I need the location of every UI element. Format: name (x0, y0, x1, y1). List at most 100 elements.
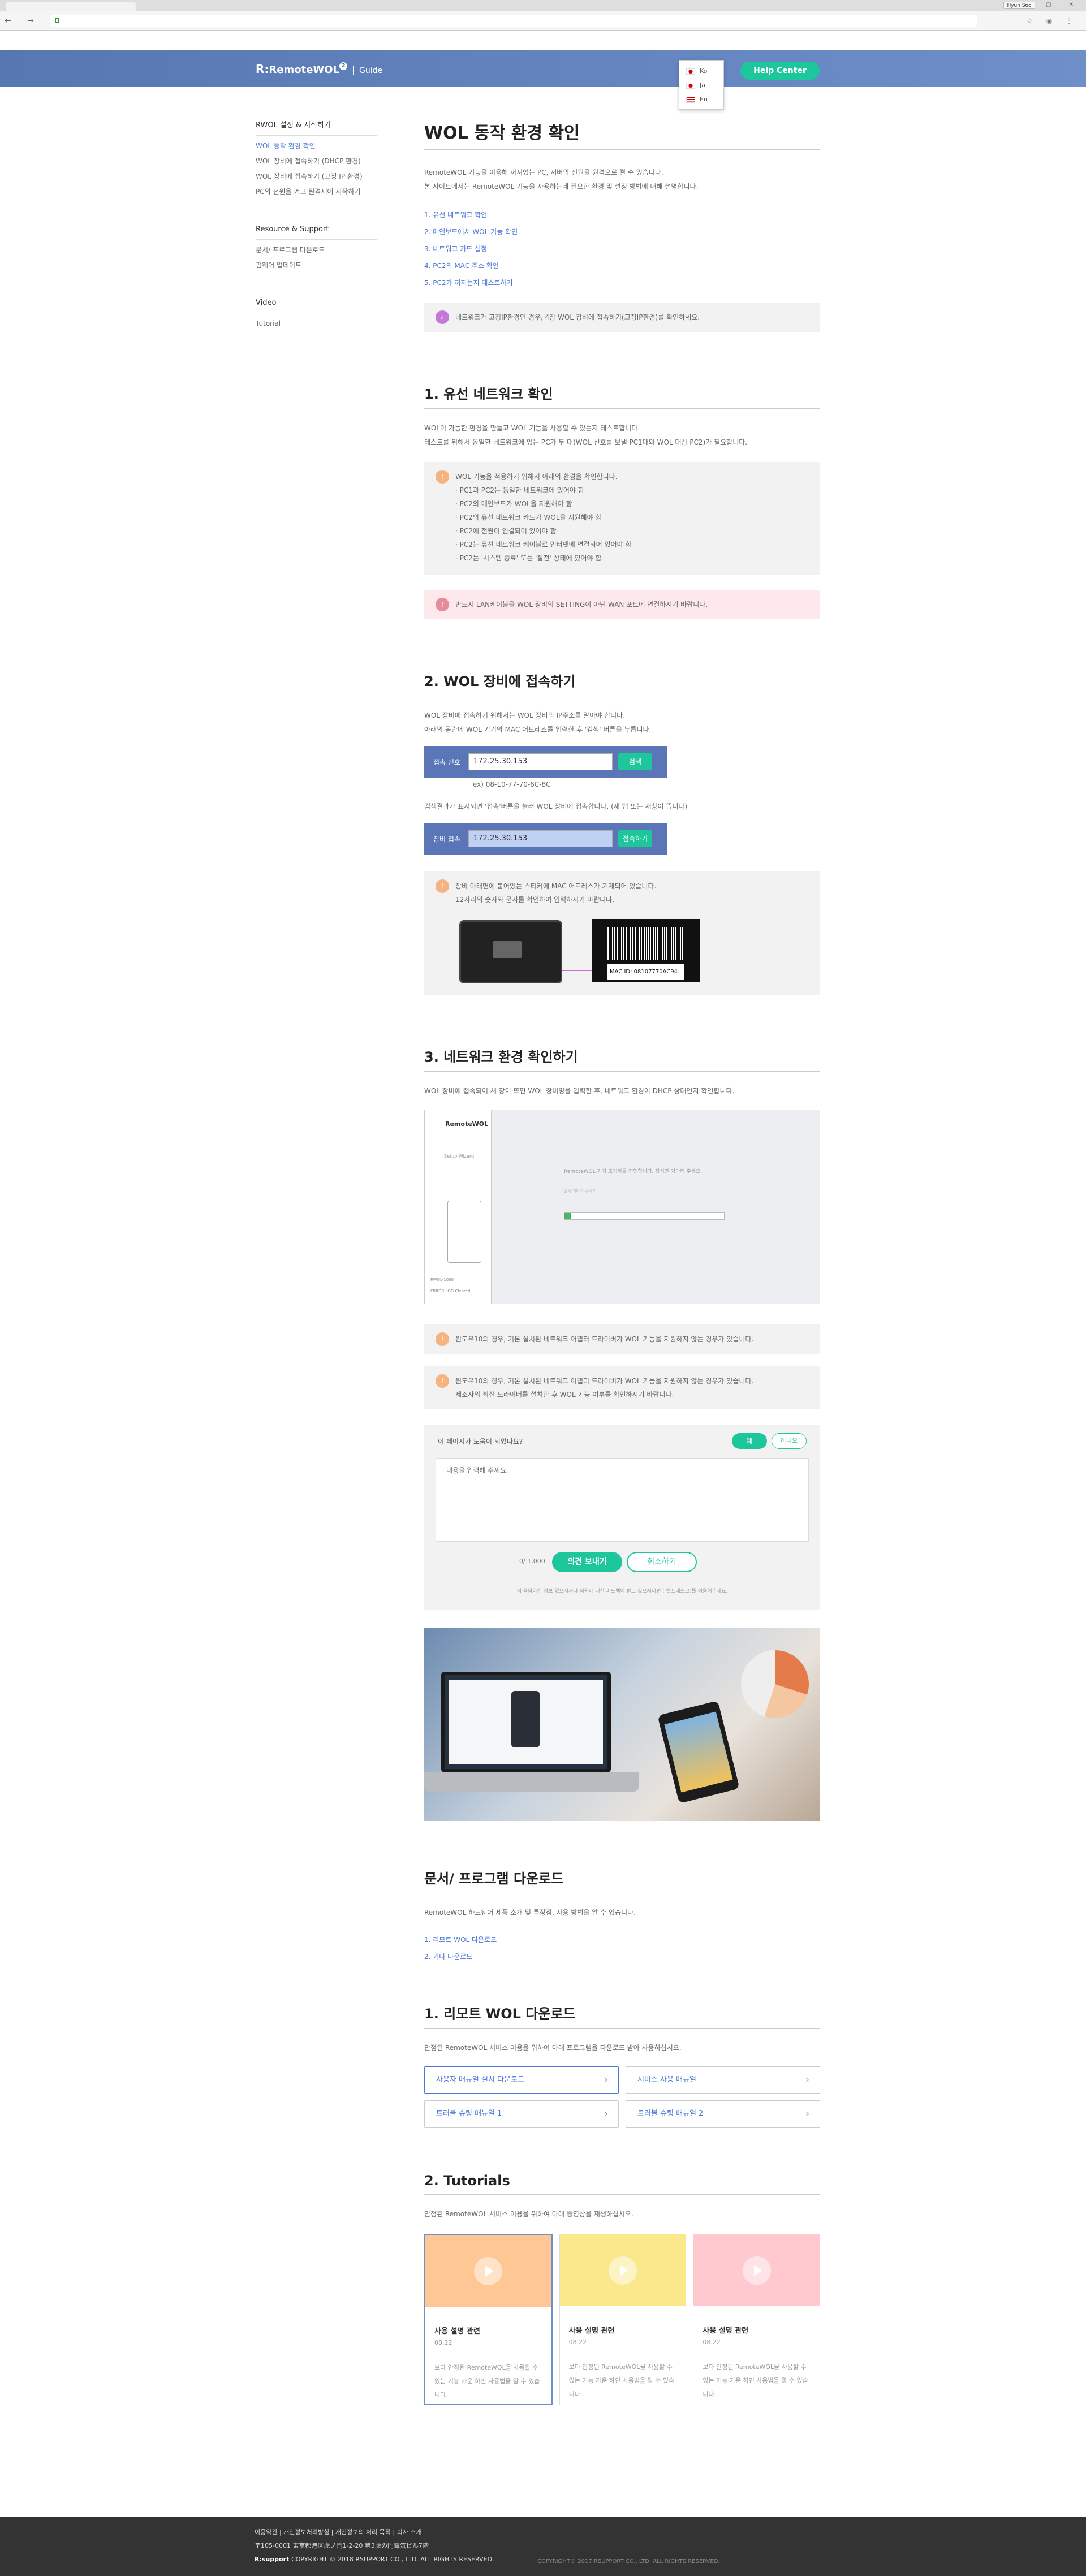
lang-ja[interactable]: Ja (679, 78, 723, 92)
section-text: WOL 장비에 접속하기 위해서는 WOL 장비의 IP주소를 알아야 합니다. (424, 711, 626, 719)
section-text: 검색결과가 표시되면 '접속'버튼을 눌러 WOL 장비에 접속합니다. (새 … (424, 802, 688, 810)
download-link[interactable]: 2. 기타 다운로드 (424, 1948, 820, 1965)
win10-note: ! 윈도우10의 경우, 기본 설치된 네트워크 어댑터 드라이버가 WOL 기능… (424, 1324, 820, 1354)
driver-note: ! 윈도우10의 경우, 기본 설치된 네트워크 어댑터 드라이버가 WOL 기능… (424, 1366, 820, 1409)
help-center-button[interactable]: Help Center (740, 62, 820, 80)
mac-sticker: MAC ID: 08107770AC94 (592, 919, 700, 982)
feedback-textarea[interactable] (436, 1458, 809, 1542)
pointer-line (562, 970, 592, 971)
sidebar: RWOL 설정 & 시작하기 WOL 동작 환경 확인 WOL 장비에 접속하기… (256, 119, 377, 334)
sidebar-group-resource: Resource & Support (256, 225, 377, 240)
sidebar-item-download[interactable]: 문서/ 프로그램 다운로드 (256, 245, 377, 255)
window-controls[interactable]: ─ ▢ ✕ (1025, 2, 1081, 8)
info-icon: ! (436, 1332, 449, 1346)
progress-bar (564, 1212, 725, 1220)
device-photo (459, 920, 562, 983)
download-button-troubleshoot-1[interactable]: 트러블 슈팅 매뉴얼 1 (424, 2100, 619, 2128)
page-title: WOL 동작 환경 확인 (424, 119, 820, 150)
tutorial-card[interactable]: 사용 설명 관련 08.22 보다 안정된 RemoteWOL을 사용할 수 있는 … (424, 2234, 553, 2405)
intro-line: RemoteWOL 기능을 이용해 꺼져있는 PC, 서버의 전원을 원격으로 … (424, 169, 663, 176)
mac-id-label: MAC ID: 08107770AC94 (607, 964, 684, 980)
laptop-base (424, 1772, 639, 1792)
toc-link[interactable]: 4. PC2의 MAC 주소 확인 (424, 257, 820, 274)
sidebar-item-remote-start[interactable]: PC의 전원을 켜고 원격제어 시작하기 (256, 187, 377, 197)
video-thumbnail[interactable] (425, 2235, 551, 2307)
mac-example: ex) 08-10-77-70-6C-8C (473, 780, 551, 788)
screenshot-sidebar: RemoteWOL Setup Wizard RWOL-1000 ERROR L… (425, 1110, 492, 1304)
section-text: 안정된 RemoteWOL 서비스 이용을 위하여 아래 프로그램을 다운로드 … (424, 2044, 682, 2052)
us-flag-icon (686, 96, 695, 103)
video-thumbnail[interactable] (559, 2234, 686, 2306)
japan-flag-icon (686, 82, 695, 89)
connect-button[interactable]: 접속하기 (618, 830, 652, 847)
address-bar: ← → ↻ ☆ ◉ ⋮ (0, 11, 1086, 31)
download-button-install[interactable]: 사용자 매뉴얼 설치 다운로드 (424, 2066, 619, 2094)
laptop-screen (441, 1672, 611, 1772)
section-title-tutorials: 2. Tutorials (424, 2173, 820, 2195)
footer-copyright-right: COPYRIGHT© 2017 RSUPPORT CO., LTD. ALL R… (537, 2558, 720, 2565)
search-icon: ⌕ (436, 310, 449, 324)
privacy-note: 이 응답하신 정보 없으시거나 회원에 대한 피드백이 받고 싶으시다면 ( 헬… (516, 1589, 728, 1594)
site-header (0, 50, 1086, 87)
footer-copyright: R:support COPYRIGHT © 2018 RSUPPORT CO.,… (255, 2556, 494, 2563)
feedback-box: 이 페이지가 도움이 되었나요? 예 아니오 0/ 1,000 의견 보내기 취… (424, 1425, 820, 1610)
section-text: WOL 장비에 접속되어 새 창이 뜨면 WOL 장비명을 입력한 후, 네트워… (424, 1087, 735, 1095)
play-icon[interactable] (609, 2256, 637, 2285)
play-icon[interactable] (474, 2256, 503, 2285)
download-button-troubleshoot-2[interactable]: 트러블 슈팅 매뉴얼 2 (626, 2100, 820, 2128)
tutorial-card[interactable]: 사용 설명 관련 08.22 보다 안정된 RemoteWOL을 사용할 수 있는 … (559, 2234, 687, 2405)
sidebar-item-static-ip[interactable]: WOL 장비에 접속하기 (고정 IP 환경) (256, 172, 377, 182)
lan-warning: ! 반드시 LAN케이블을 WOL 장비의 SETTING이 아닌 WAN 포트에… (424, 590, 820, 619)
tutorial-card[interactable]: 사용 설명 관련 08.22 보다 안정된 RemoteWOL을 사용할 수 있는 … (693, 2234, 821, 2405)
section-text: RemoteWOL 하드웨어 제품 소개 및 특장점, 사용 방법을 알 수 있… (424, 1909, 636, 1917)
mac-input[interactable]: 172.25.30.153 (468, 753, 613, 770)
play-icon[interactable] (742, 2256, 771, 2285)
browser-tab[interactable] (6, 2, 136, 11)
char-count: 0/ 1,000 (519, 1557, 545, 1565)
sidebar-item-tutorial[interactable]: Tutorial (256, 319, 377, 329)
footer-address: 〒105-0001 東京都港区虎ノ門1-2-20 第3虎の門電気ビル7階 (255, 2542, 429, 2549)
extension-icons[interactable]: ☆ ◉ ⋮ (1027, 17, 1078, 25)
intro-line: 본 사이트에서는 RemoteWOL 기능을 사용하는데 필요한 환경 및 설정… (424, 183, 699, 191)
url-input[interactable] (50, 15, 977, 27)
section-text: WOL이 가능한 환경을 만들고 WOL 기능을 사용할 수 있는지 테스트합니… (424, 424, 640, 432)
device-connect-box: 장비 접속 172.25.30.153 접속하기 (424, 823, 667, 855)
korea-flag-icon (686, 68, 695, 75)
sidebar-item-dhcp[interactable]: WOL 장비에 접속하기 (DHCP 환경) (256, 157, 377, 166)
download-button-manual[interactable]: 서비스 사용 매뉴얼 (626, 2066, 820, 2094)
language-dropdown[interactable]: Ko Ja En (679, 60, 724, 110)
search-button[interactable]: 검색 (618, 753, 652, 770)
send-feedback-button[interactable]: 의견 보내기 (552, 1552, 622, 1572)
mac-sticker-note: ! 장비 아래면에 붙어있는 스티커에 MAC 어드레스가 기재되어 있습니다.… (424, 871, 820, 995)
section-text: 아래의 공란에 WOL 기기의 MAC 어드레스를 입력한 후 '검색' 버튼을… (424, 726, 652, 733)
setup-screenshot: RemoteWOL Setup Wizard RWOL-1000 ERROR L… (424, 1110, 820, 1304)
lang-en[interactable]: En (679, 92, 723, 106)
lang-ko[interactable]: Ko (679, 64, 723, 78)
info-icon: ! (436, 879, 449, 893)
section-text: 안정된 RemoteWOL 서비스 이용을 위하여 아래 동영상을 재생하십시오… (424, 2210, 634, 2218)
cancel-feedback-button[interactable]: 취소하기 (627, 1552, 697, 1572)
toc-link[interactable]: 3. 네트워크 카드 설정 (424, 240, 820, 257)
info-icon: ! (436, 1374, 449, 1388)
hero-image (424, 1628, 820, 1821)
yes-button[interactable]: 예 (732, 1433, 767, 1449)
download-link[interactable]: 1. 리모트 WOL 다운로드 (424, 1931, 820, 1948)
no-button[interactable]: 아니오 (772, 1433, 807, 1449)
section-title-network: 3. 네트워크 환경 확인하기 (424, 1046, 820, 1072)
sidebar-item-wol-env[interactable]: WOL 동작 환경 확인 (256, 141, 377, 151)
toc-link[interactable]: 1. 유선 네트워크 확인 (424, 206, 820, 223)
device-ip-field[interactable]: 172.25.30.153 (468, 830, 613, 847)
site-footer: 이용약관 | 개인정보처리방침 | 개인정보의 처리 목적 | 회사 소개 〒1… (0, 2517, 1086, 2576)
site-logo[interactable]: R:RemoteWOL 2Guide (256, 62, 383, 76)
toc-link[interactable]: 5. PC2가 꺼지는지 테스트하기 (424, 274, 820, 291)
warning-icon: ! (436, 598, 449, 611)
footer-links[interactable]: 이용약관 | 개인정보처리방침 | 개인정보의 처리 목적 | 회사 소개 (255, 2526, 494, 2539)
mac-search-box: 접속 번호 172.25.30.153 검색 (424, 746, 667, 778)
sidebar-item-firmware[interactable]: 펌웨어 업데이트 (256, 261, 377, 270)
browser-tabbar: Hyun Soo ─ ▢ ✕ (0, 0, 1086, 11)
section-title-remote-wol: 1. 리모트 WOL 다운로드 (424, 2003, 820, 2029)
main-content: WOL 동작 환경 확인 RemoteWOL 기능을 이용해 꺼져있는 PC, … (424, 119, 821, 2405)
toc-link[interactable]: 2. 메인보드에서 WOL 기능 확인 (424, 223, 820, 240)
video-thumbnail[interactable] (693, 2234, 820, 2306)
device-diagram (447, 1201, 481, 1263)
